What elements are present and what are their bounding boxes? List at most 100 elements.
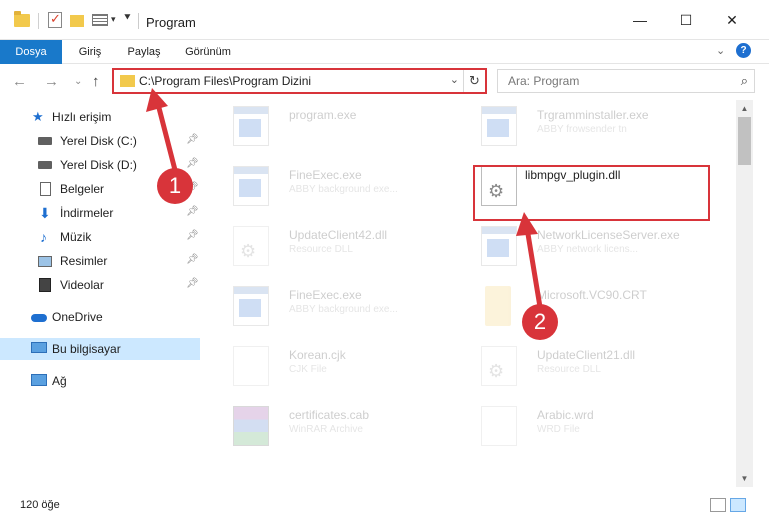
help-icon[interactable]: ? bbox=[736, 43, 751, 58]
tab-view[interactable]: Görünüm bbox=[176, 40, 240, 64]
pin-icon[interactable]: 📌︎ bbox=[186, 134, 199, 145]
exe-icon bbox=[481, 106, 517, 146]
close-button[interactable]: ✕ bbox=[709, 0, 755, 40]
file-name: UpdateClient42.dll bbox=[289, 228, 388, 242]
search-input[interactable]: Ara: Program ⌕ bbox=[497, 69, 755, 93]
exe-icon bbox=[233, 286, 269, 326]
minimize-button[interactable]: — bbox=[617, 0, 663, 40]
sidebar-item-drive-c[interactable]: Yerel Disk (C:) 📌︎ bbox=[0, 130, 200, 152]
file-name: FineExec.exe bbox=[289, 288, 362, 302]
file-type: ABBY network licens... bbox=[537, 244, 638, 255]
file-item[interactable]: ⚙ UpdateClient21.dll Resource DLL bbox=[457, 340, 697, 396]
maximize-button[interactable]: ☐ bbox=[663, 0, 709, 40]
pictures-icon bbox=[38, 256, 52, 267]
vertical-scrollbar[interactable]: ▲ ▼ bbox=[736, 100, 753, 487]
file-item[interactable]: Arabic.wrd WRD File bbox=[457, 400, 697, 456]
details-view-icon[interactable] bbox=[710, 498, 726, 512]
expand-ribbon-icon[interactable]: ⌄ bbox=[716, 44, 725, 57]
file-item[interactable]: program.exe bbox=[209, 100, 449, 156]
file-item[interactable]: FineExec.exe ABBY background exe... bbox=[209, 160, 449, 216]
tab-share[interactable]: Paylaş bbox=[118, 40, 170, 64]
scroll-down-icon[interactable]: ▼ bbox=[736, 470, 753, 487]
chevron-down-icon[interactable]: ⌄ bbox=[450, 73, 459, 86]
divider bbox=[38, 13, 39, 29]
sidebar-item-label: Yerel Disk (C:) bbox=[60, 134, 137, 148]
file-item[interactable]: Korean.cjk CJK File bbox=[209, 340, 449, 396]
file-highlight-box bbox=[473, 165, 710, 221]
sidebar-item-pictures[interactable]: Resimler 📌︎ bbox=[0, 250, 200, 272]
pin-icon[interactable]: 📌︎ bbox=[186, 278, 199, 289]
ribbon-tabs: Dosya Giriş Paylaş Görünüm ⌄ ? bbox=[0, 40, 769, 96]
navigation-pane: ★ Hızlı erişim Yerel Disk (C:) 📌︎ Yerel … bbox=[0, 100, 203, 487]
quick-access-dropdown-icon[interactable]: ▾ bbox=[111, 14, 116, 25]
computer-icon bbox=[31, 342, 47, 353]
address-bar[interactable]: C:\Program Files\Program Dizini ⌄ ↻ bbox=[112, 68, 487, 94]
pin-icon[interactable]: 📌︎ bbox=[186, 254, 199, 265]
document-icon bbox=[481, 406, 517, 446]
properties-check-icon[interactable] bbox=[48, 11, 62, 28]
exe-icon bbox=[233, 106, 269, 146]
file-type: WRD File bbox=[537, 424, 580, 435]
up-arrow-icon[interactable]: ↑ bbox=[92, 73, 100, 90]
file-type: ABBY frowsender tn bbox=[537, 124, 627, 135]
tab-home[interactable]: Giriş bbox=[66, 40, 114, 64]
title-bar: ▾ ⯆ Program — ☐ ✕ bbox=[0, 0, 769, 40]
folder-icon bbox=[14, 11, 30, 27]
forward-arrow-icon[interactable]: → bbox=[44, 73, 59, 90]
file-item[interactable]: Microsoft.VC90.CRT bbox=[457, 280, 697, 336]
file-list: program.exe Trgramminstaller.exe ABBY fr… bbox=[203, 100, 736, 487]
scroll-thumb[interactable] bbox=[738, 117, 751, 165]
network-icon bbox=[31, 374, 47, 386]
sidebar-item-label: OneDrive bbox=[52, 310, 103, 324]
sidebar-item-label: Ağ bbox=[52, 374, 67, 388]
exe-icon bbox=[233, 166, 269, 206]
music-icon: ♪ bbox=[40, 229, 47, 245]
step-badge-1: 1 bbox=[157, 168, 193, 204]
rar-icon bbox=[233, 406, 269, 446]
sidebar-item-music[interactable]: ♪ Müzik 📌︎ bbox=[0, 226, 200, 248]
file-type: ABBY background exe... bbox=[289, 184, 398, 195]
properties-icon[interactable] bbox=[92, 14, 108, 26]
sidebar-item-network[interactable]: Ağ bbox=[0, 370, 200, 392]
address-path[interactable]: C:\Program Files\Program Dizini bbox=[139, 74, 311, 88]
file-type: Resource DLL bbox=[537, 364, 601, 375]
file-item[interactable]: FineExec.exe ABBY background exe... bbox=[209, 280, 449, 336]
file-name: Microsoft.VC90.CRT bbox=[537, 288, 647, 302]
sidebar-item-downloads[interactable]: ⬇ İndirmeler 📌︎ bbox=[0, 202, 200, 224]
sidebar-item-label: Müzik bbox=[60, 230, 92, 244]
file-item[interactable]: certificates.cab WinRAR Archive bbox=[209, 400, 449, 456]
sidebar-item-onedrive[interactable]: OneDrive bbox=[0, 306, 200, 328]
sidebar-item-label: Videolar bbox=[60, 278, 104, 292]
file-type: ABBY background exe... bbox=[289, 304, 398, 315]
step-badge-2: 2 bbox=[522, 304, 558, 340]
sidebar-item-this-pc[interactable]: Bu bilgisayar bbox=[0, 338, 200, 360]
sidebar-item-videos[interactable]: Videolar 📌︎ bbox=[0, 274, 200, 296]
sidebar-item-label: İndirmeler bbox=[60, 206, 114, 220]
search-icon[interactable]: ⌕ bbox=[741, 73, 748, 89]
file-name: program.exe bbox=[289, 108, 357, 122]
dll-gear-icon: ⚙ bbox=[481, 346, 517, 386]
scroll-up-icon[interactable]: ▲ bbox=[736, 100, 753, 117]
folder-icon bbox=[485, 286, 511, 326]
large-icons-view-icon[interactable] bbox=[730, 498, 746, 512]
sidebar-item-label: Belgeler bbox=[60, 182, 105, 196]
recent-locations-icon[interactable]: ⌄ bbox=[74, 76, 82, 87]
star-icon: ★ bbox=[32, 109, 44, 124]
customize-toolbar-icon[interactable]: ⯆ bbox=[123, 12, 132, 25]
file-item[interactable]: ⚙ UpdateClient42.dll Resource DLL bbox=[209, 220, 449, 276]
drive-icon bbox=[38, 137, 52, 145]
file-name: Arabic.wrd bbox=[537, 408, 594, 422]
sidebar-item-quick-access[interactable]: ★ Hızlı erişim bbox=[0, 106, 200, 128]
refresh-icon[interactable]: ↻ bbox=[463, 70, 485, 92]
dll-gear-icon: ⚙ bbox=[233, 226, 269, 266]
pin-icon[interactable]: 📌︎ bbox=[186, 230, 199, 241]
new-folder-icon[interactable] bbox=[70, 15, 84, 27]
documents-icon bbox=[40, 182, 51, 196]
pin-icon[interactable]: 📌︎ bbox=[186, 206, 199, 217]
back-arrow-icon[interactable]: ← bbox=[12, 73, 27, 90]
file-item[interactable]: NetworkLicenseServer.exe ABBY network li… bbox=[457, 220, 697, 276]
sidebar-item-label: Hızlı erişim bbox=[52, 110, 112, 124]
file-item[interactable]: Trgramminstaller.exe ABBY frowsender tn bbox=[457, 100, 697, 156]
navigation-bar: ← → ⌄ ↑ C:\Program Files\Program Dizini … bbox=[0, 64, 769, 100]
pin-icon[interactable]: 📌︎ bbox=[186, 158, 199, 169]
